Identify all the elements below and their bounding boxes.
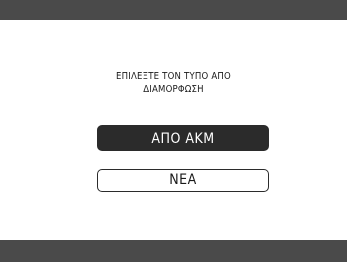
configuration-type-screen: ΕΠΙΛΕΞΤΕ ΤΟΝ ΤΥΠΟ ΑΠΟ ΔΙΑΜΟΡΦΩΣΗ ΑΠΟ ΑΚΜ… — [0, 0, 347, 262]
prompt-text: ΕΠΙΛΕΞΤΕ ΤΟΝ ΤΥΠΟ ΑΠΟ ΔΙΑΜΟΡΦΩΣΗ — [0, 70, 347, 96]
option-from-akm-button[interactable]: ΑΠΟ ΑΚΜ — [97, 125, 269, 151]
prompt-line-2: ΔΙΑΜΟΡΦΩΣΗ — [143, 84, 204, 95]
bottom-bar — [0, 240, 347, 262]
prompt-line-1: ΕΠΙΛΕΞΤΕ ΤΟΝ ΤΥΠΟ ΑΠΟ — [116, 71, 231, 82]
option-new-button[interactable]: ΝΕΑ — [97, 169, 269, 192]
top-bar — [0, 0, 347, 20]
